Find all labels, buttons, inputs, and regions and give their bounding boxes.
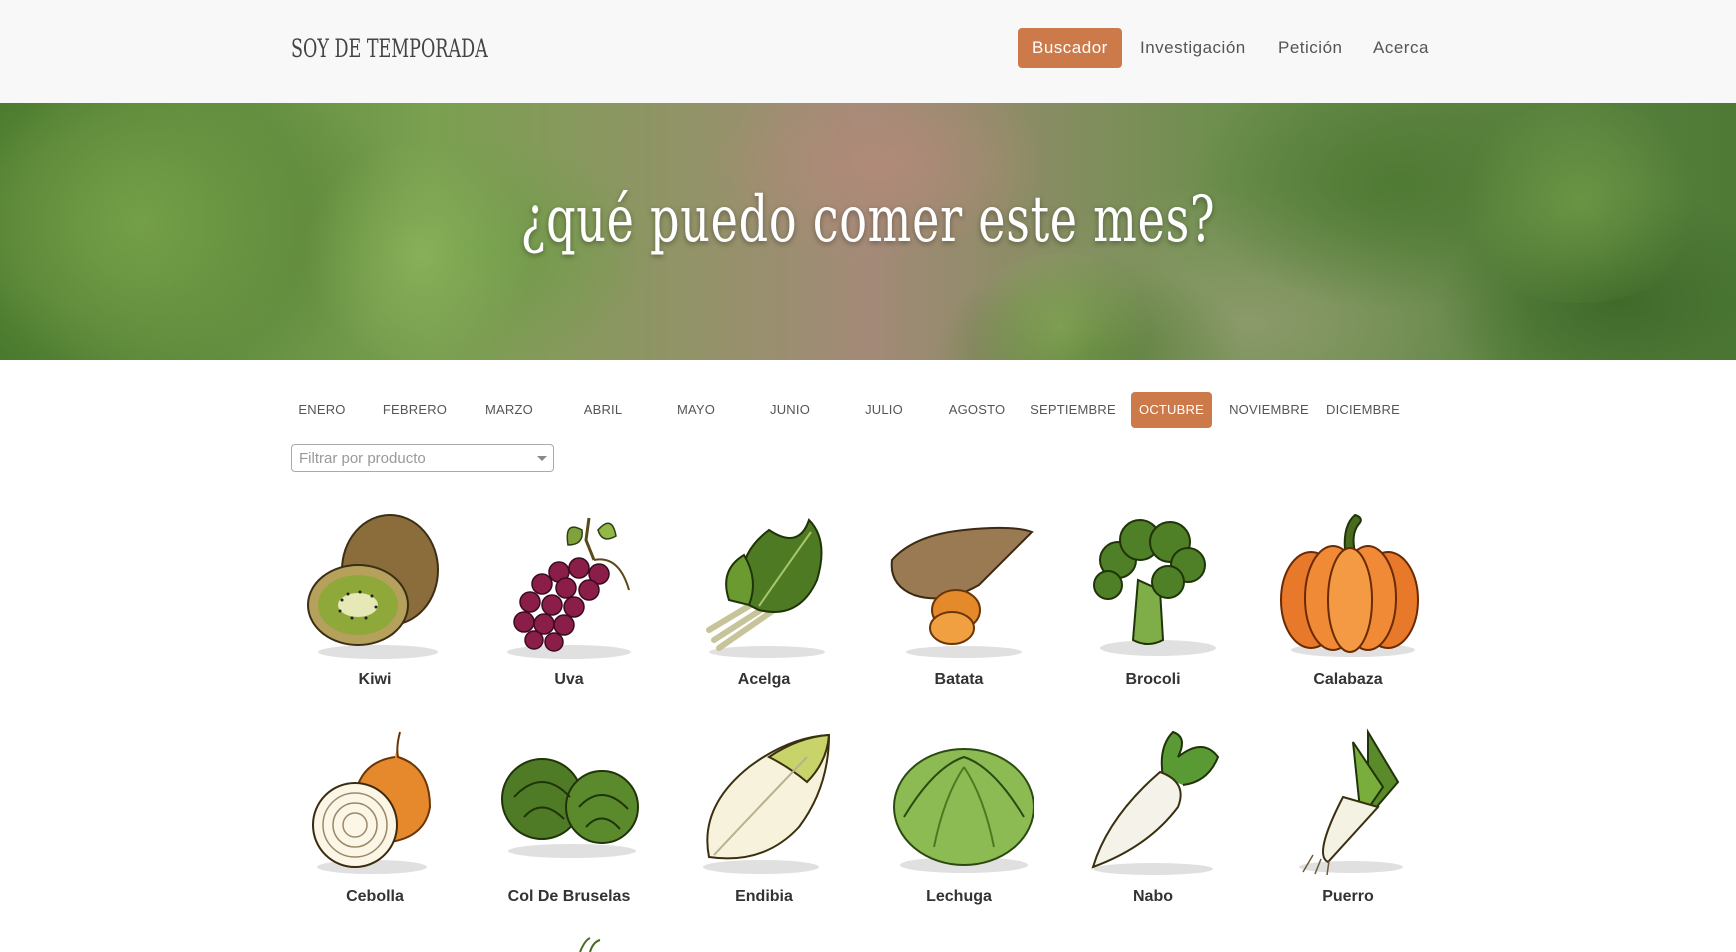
hero-leaf-shape [960,253,1160,360]
filter-placeholder: Filtrar por producto [299,450,426,467]
chevron-down-icon[interactable] [537,456,547,461]
product-card[interactable]: Acelga [679,510,849,710]
broccoli-icon [1093,519,1216,656]
grape-icon [507,517,631,659]
leek-icon [1299,728,1403,876]
product-name: Lechuga [926,888,992,905]
product-card[interactable]: Calabaza [1263,510,1433,710]
nav-buscador[interactable]: Buscador [1018,28,1122,68]
month-diciembre[interactable]: DICIEMBRE [1318,392,1408,428]
product-filter-select[interactable]: Filtrar por producto [291,444,554,472]
hero-banner: ¿qué puedo comer este mes? [0,103,1736,360]
month-marzo[interactable]: MARZO [464,392,554,428]
month-enero[interactable]: ENERO [277,392,367,428]
month-junio[interactable]: JUNIO [745,392,835,428]
product-card[interactable]: Batata [874,510,1044,710]
product-card[interactable]: Nabo [1068,727,1238,927]
product-name: Endibia [735,888,793,905]
month-octubre[interactable]: OCTUBRE [1131,392,1212,428]
product-name: Cebolla [346,888,404,905]
month-febrero[interactable]: FEBRERO [370,392,460,428]
product-name: Nabo [1133,888,1173,905]
kiwi-icon [307,514,439,659]
product-name: Acelga [737,671,791,688]
product-card[interactable]: Kiwi [290,510,460,710]
month-septiembre[interactable]: SEPTIEMBRE [1028,392,1118,428]
product-name: Batata [934,671,984,688]
product-name: Kiwi [358,671,392,688]
product-name: Puerro [1322,888,1374,905]
product-name: Col De Bruselas [507,888,631,905]
sweet-potato-icon [890,526,1034,658]
turnip-icon [1091,730,1220,875]
onion-icon [312,731,432,874]
month-noviembre[interactable]: NOVIEMBRE [1224,392,1314,428]
product-card[interactable]: Col De Bruselas [484,727,654,927]
month-agosto[interactable]: AGOSTO [932,392,1022,428]
sprout-icon [579,937,601,952]
product-card[interactable]: Endibia [679,727,849,927]
product-card[interactable]: Brocoli [1068,510,1238,710]
pumpkin-icon [1280,513,1419,657]
nav-peticion[interactable]: Petición [1278,28,1342,68]
brand-logo[interactable]: SOY DE TEMPORADA [291,34,488,63]
month-mayo[interactable]: MAYO [651,392,741,428]
brussels-sprouts-icon [501,758,639,858]
product-card[interactable]: Cebolla [290,727,460,927]
nav-acerca[interactable]: Acerca [1373,28,1429,68]
month-julio[interactable]: JULIO [839,392,929,428]
product-name: Uva [554,671,584,688]
hero-title: ¿qué puedo comer este mes? [520,183,1216,257]
product-name: Brocoli [1125,671,1181,688]
product-card[interactable]: Uva [484,510,654,710]
chard-icon [706,518,825,658]
lettuce-icon [893,748,1034,873]
product-card[interactable]: Puerro [1263,727,1433,927]
nav-investigacion[interactable]: Investigación [1140,28,1246,68]
month-abril[interactable]: ABRIL [558,392,648,428]
product-card[interactable]: Lechuga [874,727,1044,927]
endive-icon [703,733,831,874]
product-name: Calabaza [1313,671,1383,688]
site-header: SOY DE TEMPORADA Buscador Investigación … [0,0,1736,103]
